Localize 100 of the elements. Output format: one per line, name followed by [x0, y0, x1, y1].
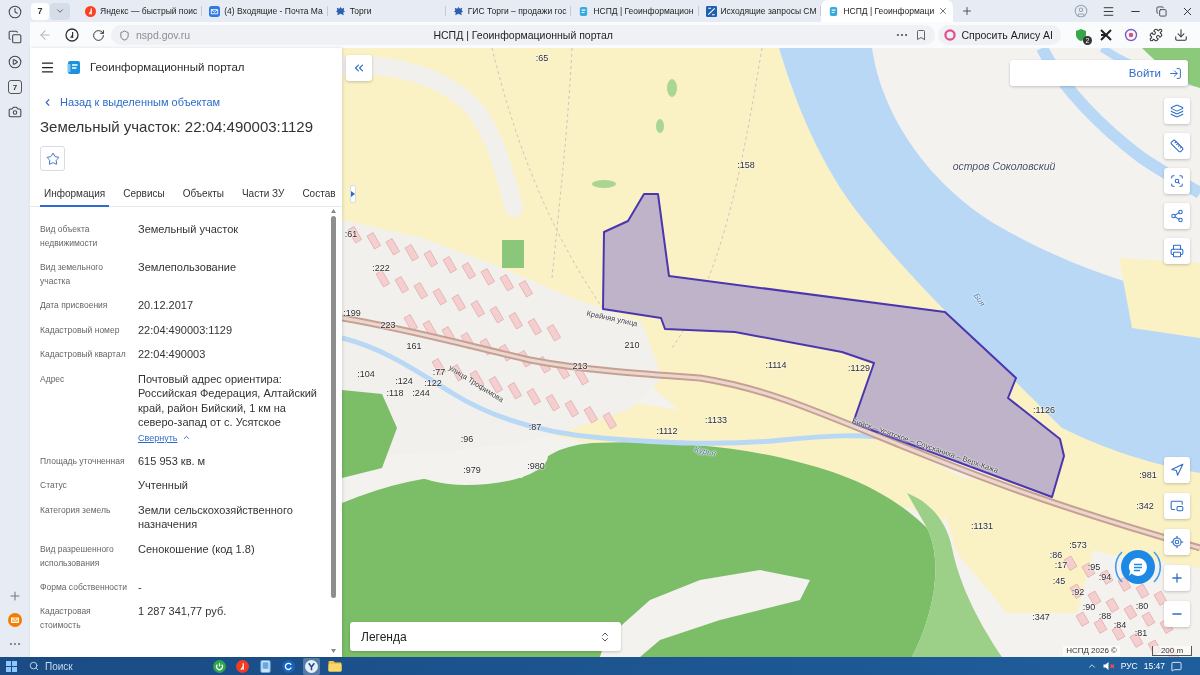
- scrollbar-thumb[interactable]: [330, 216, 336, 598]
- portal-logo-icon: [67, 60, 80, 74]
- language-indicator[interactable]: РУС: [1120, 661, 1138, 671]
- parcel-number-label: :104: [357, 369, 375, 379]
- taskbar-app-button[interactable]: [211, 657, 228, 675]
- circle-icon[interactable]: [65, 28, 79, 42]
- zoom-in-button[interactable]: [1164, 565, 1190, 591]
- tabs-icon[interactable]: [8, 30, 22, 44]
- bookmark-icon[interactable]: [915, 29, 928, 41]
- parcel-number-label: :1114: [765, 360, 787, 370]
- favorite-button[interactable]: [40, 146, 65, 171]
- parcel-number-label: :1129: [848, 363, 870, 373]
- history-icon[interactable]: [8, 5, 22, 19]
- browser-tab[interactable]: НСПД | Геоинформаци: [821, 0, 954, 22]
- download-icon[interactable]: [1174, 28, 1188, 42]
- parcel-number-label: 161: [406, 341, 422, 351]
- area-select-button[interactable]: [1164, 168, 1190, 194]
- browser-tab[interactable]: ГИС Торги – продажи гос: [445, 0, 572, 22]
- back-link[interactable]: Назад к выделенным объектам: [42, 95, 221, 109]
- property-label: Адрес: [40, 372, 66, 386]
- info-tab[interactable]: Информация: [40, 182, 110, 207]
- browser-tab[interactable]: Исходящие запросы СМ: [698, 0, 822, 22]
- emblem-icon: [334, 5, 346, 17]
- collapse-link[interactable]: Свернуть: [138, 431, 192, 444]
- parcel-number-label: 213: [572, 361, 588, 371]
- legend-select[interactable]: Легенда: [350, 622, 621, 651]
- parcel-number-label: :122: [424, 378, 442, 388]
- property-value: Земельный участок: [138, 222, 239, 237]
- minimap-button[interactable]: [1164, 493, 1190, 519]
- restore-icon[interactable]: [1156, 5, 1167, 17]
- scroll-up-icon[interactable]: [330, 209, 336, 213]
- play-icon[interactable]: [8, 55, 22, 69]
- parcel-number-label: :158: [737, 160, 755, 170]
- navigation-button[interactable]: [1164, 457, 1190, 483]
- share-button[interactable]: [1164, 203, 1190, 229]
- camera-icon[interactable]: [8, 105, 22, 119]
- close-icon[interactable]: [938, 6, 949, 16]
- menu-icon[interactable]: [40, 59, 55, 75]
- menu-icon[interactable]: [1102, 4, 1115, 18]
- property-value: 22:04:490003:1129: [138, 322, 232, 337]
- browser-tab[interactable]: Яндекс — быстрый поис: [78, 0, 203, 22]
- windows-start-icon[interactable]: [6, 660, 17, 672]
- chevrons-left-icon: [352, 61, 366, 75]
- navigation-icon: [1170, 463, 1184, 477]
- clock-time[interactable]: 15:47: [1143, 661, 1165, 671]
- taskbar-app-button[interactable]: [280, 657, 297, 675]
- info-tab[interactable]: Объекты: [178, 182, 228, 207]
- browser-tab[interactable]: Торги: [327, 0, 446, 22]
- browser-tab[interactable]: НСПД | Геоинформацион: [571, 0, 699, 22]
- layers-button[interactable]: [1164, 98, 1190, 124]
- parcel-number-label: 210: [624, 340, 640, 350]
- info-tab[interactable]: Части ЗУ: [237, 182, 289, 207]
- ruler-button[interactable]: [1164, 133, 1190, 159]
- zoom-out-button[interactable]: [1164, 601, 1190, 627]
- reload-icon[interactable]: [92, 28, 105, 42]
- browser-tab[interactable]: (4) Входящие - Почта Ма: [202, 0, 328, 22]
- tab-count-button[interactable]: 7: [8, 80, 22, 94]
- target-icon[interactable]: [1124, 28, 1138, 42]
- mail-icon[interactable]: [8, 613, 22, 627]
- extension-icon[interactable]: [1099, 28, 1113, 42]
- search-field[interactable]: Поиск: [45, 660, 155, 672]
- parcel-number-label: :347: [1032, 612, 1050, 622]
- info-tab[interactable]: Сервисы: [119, 182, 169, 207]
- printer-icon: [1170, 244, 1184, 258]
- notifications-icon[interactable]: [1171, 660, 1182, 672]
- collapse-panel-button[interactable]: [346, 55, 372, 81]
- tab-counter[interactable]: 7: [31, 2, 49, 20]
- chevron-up-icon[interactable]: [1086, 661, 1097, 671]
- assistant-button[interactable]: Спросить Алису AI: [938, 25, 1061, 45]
- scale-bar: 200 m: [1152, 646, 1192, 656]
- place-name-label: остров Соколовский: [952, 160, 1056, 172]
- login-button[interactable]: Войти: [1010, 60, 1188, 86]
- parcel-number-label: :84: [1113, 620, 1127, 630]
- taskbar-app-button[interactable]: [234, 657, 251, 675]
- ruler-icon: [1170, 139, 1184, 153]
- parcel-number-label: :1133: [705, 415, 727, 425]
- taskbar-app-button[interactable]: [303, 657, 320, 675]
- search-icon: [29, 661, 39, 671]
- property-label: Дата присвоения: [40, 299, 109, 312]
- print-button[interactable]: [1164, 238, 1190, 264]
- locate-icon: [1170, 535, 1184, 549]
- puzzle-icon[interactable]: [1149, 28, 1163, 42]
- address-field[interactable]: nspd.gov.ru НСПД | Геоинформационный портал: [111, 25, 936, 45]
- mail-icon: [209, 5, 221, 17]
- property-label: Кадастровая стоимость: [40, 605, 92, 632]
- parcel-number-label: :61: [344, 229, 358, 239]
- river-name-label: Бия: [971, 291, 987, 309]
- river-name-label: Курья: [693, 444, 717, 460]
- scan-search-icon: [1170, 174, 1184, 188]
- picture-in-picture-icon: [1170, 499, 1184, 513]
- parcel-number-label: :1126: [1033, 405, 1055, 415]
- speaker-muted-icon[interactable]: [1102, 661, 1115, 671]
- folder-icon: [327, 660, 342, 672]
- taskbar-app-button[interactable]: [257, 657, 274, 675]
- property-label: Статус: [40, 479, 68, 492]
- scroll-down-icon[interactable]: [330, 649, 336, 653]
- info-tab[interactable]: Состав: [298, 182, 340, 207]
- locate-button[interactable]: [1164, 529, 1190, 555]
- round-logo-icon: [85, 5, 96, 17]
- shield-icon[interactable]: [1074, 28, 1088, 42]
